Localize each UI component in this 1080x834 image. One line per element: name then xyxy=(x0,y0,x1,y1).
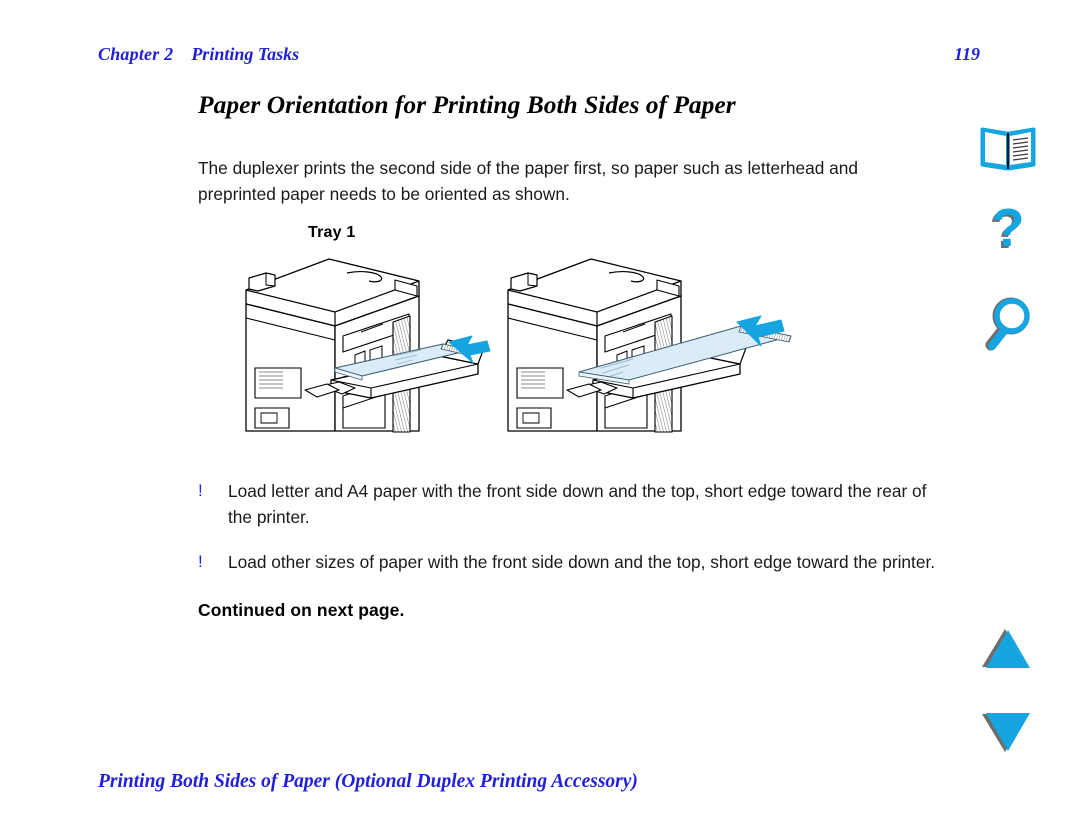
header-section-label: Printing Tasks xyxy=(191,44,300,64)
triangle-up-icon xyxy=(982,629,1030,668)
intro-paragraph: The duplexer prints the second side of t… xyxy=(198,158,858,205)
list-item-text: Load letter and A4 paper with the front … xyxy=(228,481,927,527)
running-header: Chapter 2 Printing Tasks 119 xyxy=(98,44,980,68)
list-item: ! Load other sizes of paper with the fro… xyxy=(198,549,938,575)
continued-notice: Continued on next page. xyxy=(198,600,405,620)
running-footer: Printing Both Sides of Paper (Optional D… xyxy=(98,771,638,792)
bullet-marker-icon: ! xyxy=(198,552,203,571)
open-book-icon xyxy=(980,127,1036,171)
document-page: Chapter 2 Printing Tasks 119 Paper Orien… xyxy=(0,0,1080,834)
printer-tray-illustration xyxy=(243,250,803,442)
previous-page-button[interactable] xyxy=(960,618,1056,680)
illustration-left xyxy=(245,258,491,433)
header-chapter-label: Chapter 2 xyxy=(98,44,174,64)
navigation-rail: ? ? xyxy=(960,0,1080,834)
list-item: ! Load letter and A4 paper with the fron… xyxy=(198,478,938,530)
page-title: Paper Orientation for Printing Both Side… xyxy=(198,90,736,119)
help-button[interactable]: ? ? xyxy=(960,198,1056,270)
svg-text:?: ? xyxy=(992,202,1025,258)
tray-label: Tray 1 xyxy=(308,224,356,241)
instruction-list: ! Load letter and A4 paper with the fron… xyxy=(198,478,938,594)
bullet-marker-icon: ! xyxy=(198,481,203,500)
magnifying-glass-icon xyxy=(985,297,1030,351)
illustration-right xyxy=(507,258,792,433)
contents-button[interactable] xyxy=(960,116,1056,178)
question-mark-icon: ? ? xyxy=(990,202,1025,260)
list-item-text: Load other sizes of paper with the front… xyxy=(228,552,936,572)
next-page-button[interactable] xyxy=(960,702,1056,764)
find-button[interactable] xyxy=(960,288,1056,362)
triangle-down-icon xyxy=(982,713,1030,752)
